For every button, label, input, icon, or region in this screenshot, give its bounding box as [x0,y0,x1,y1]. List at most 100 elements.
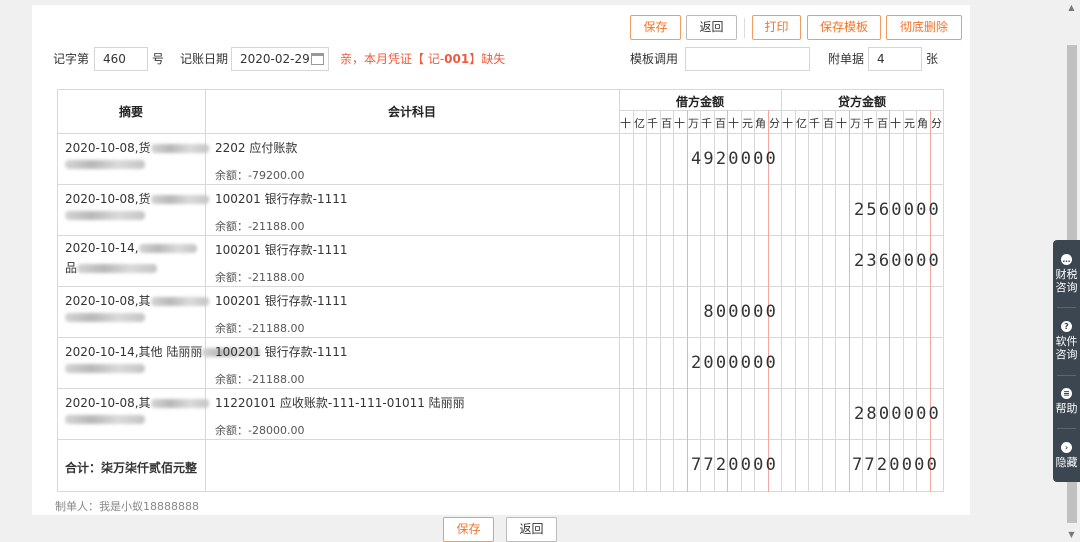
debit-digit-header: 百 [715,117,726,130]
voucher-table: 摘要 会计科目 借方金额 贷方金额 十亿千百十万千百十元角分十亿千百十万千百十元… [57,89,944,492]
template-input[interactable] [685,47,810,71]
row-summary-line2: 品 [65,259,158,276]
credit-digit-header: 千 [863,117,874,130]
redacted-text [138,244,197,253]
voucher-number-suffix: 号 [152,52,165,66]
grid-line [57,286,944,287]
redacted-text [65,211,145,220]
side-divider [1057,428,1076,429]
software-consult-button[interactable]: ? 软件 咨询 [1053,321,1080,361]
debit-digit-header: 千 [701,117,712,130]
row-summary-line2 [65,208,145,222]
debit-digit-header: 十 [674,117,685,130]
attachment-count-input[interactable]: 4 [868,47,922,71]
save-template-button[interactable]: 保存模板 [807,15,881,40]
row-balance: 余额：-21188.00 [215,373,305,386]
credit-digit-header: 万 [850,117,861,130]
debit-digit-header: 十 [728,117,739,130]
row-summary[interactable]: 2020-10-08,其 [65,292,209,309]
digit-column-line [822,110,823,492]
total-credit: 7720000 [852,455,940,475]
row-credit-amount[interactable]: 2560000 [854,200,941,220]
credit-digit-header: 千 [809,117,820,130]
digit-column-line [862,110,863,492]
credit-digit-header: 百 [823,117,834,130]
debit-digit-header: 亿 [634,117,645,130]
row-credit-amount[interactable]: 2800000 [854,404,941,424]
row-account[interactable]: 11220101 应收账款-111-111-01011 陆丽丽 [215,394,465,411]
grid-line [57,89,944,90]
grid-line [57,184,944,185]
row-balance: 余额：-21188.00 [215,271,305,284]
redacted-text [150,399,209,408]
scroll-down-icon[interactable]: ▼ [1063,527,1080,542]
save-button[interactable]: 保存 [630,15,681,40]
row-summary-line2 [65,412,145,426]
row-account[interactable]: 100201 银行存款-1111 [215,292,348,309]
debit-digit-header: 元 [742,117,753,130]
digit-column-line [876,110,877,492]
grid-line [943,89,944,492]
row-account[interactable]: 100201 银行存款-1111 [215,343,348,360]
chat-icon: … [1061,254,1072,265]
calendar-icon[interactable] [311,53,324,65]
row-summary[interactable]: 2020-10-08,货 [65,139,209,156]
row-debit-amount[interactable]: 800000 [703,302,778,322]
row-account[interactable]: 100201 银行存款-1111 [215,190,348,207]
credit-digit-header: 元 [904,117,915,130]
scroll-up-icon[interactable]: ▲ [1063,0,1080,15]
template-label: 模板调用 [630,52,679,66]
help-doc-icon: ≡ [1061,388,1072,399]
digit-column-line [795,110,796,492]
row-summary[interactable]: 2020-10-14, [65,241,197,255]
credit-digit-header: 亿 [796,117,807,130]
credit-digit-header: 角 [917,117,928,130]
side-help-menu: … 财税 咨询 ? 软件 咨询 ≡ 帮助 › 隐藏 [1053,240,1080,482]
voucher-number-input[interactable]: 460 [94,47,148,71]
row-balance: 余额：-79200.00 [215,169,305,182]
debit-digit-header: 百 [661,117,672,130]
footer-back-button[interactable]: 返回 [506,517,557,542]
row-debit-amount[interactable]: 2000000 [691,353,778,373]
grid-line [57,388,944,389]
help-button[interactable]: ≡ 帮助 [1053,388,1080,415]
row-account[interactable]: 2202 应付账款 [215,139,297,156]
debit-digit-header: 分 [769,117,780,130]
debit-digit-header: 万 [688,117,699,130]
question-icon: ? [1061,321,1072,332]
voucher-word-label: 记字第 [53,52,90,66]
print-button[interactable]: 打印 [752,15,801,40]
header-debit: 借方金额 [675,95,724,109]
redacted-text [150,144,209,153]
missing-voucher-warning: 亲，本月凭证【 记-001】缺失 [340,52,506,66]
date-label: 记账日期 [180,52,229,66]
row-credit-amount[interactable]: 2360000 [854,251,941,271]
row-balance: 余额：-21188.00 [215,322,305,335]
digit-column-line [808,110,809,492]
debit-digit-header: 角 [755,117,766,130]
credit-digit-header: 分 [931,117,942,130]
row-summary[interactable]: 2020-10-08,货 [65,190,209,207]
footer-save-button[interactable]: 保存 [443,517,494,542]
row-balance: 余额：-28000.00 [215,424,305,437]
row-account[interactable]: 100201 银行存款-1111 [215,241,348,258]
credit-digit-header: 百 [877,117,888,130]
redacted-text [65,313,145,322]
digit-column-line [930,110,931,492]
row-balance: 余额：-21188.00 [215,220,305,233]
digit-column-line [660,110,661,492]
date-input[interactable]: 2020-02-29 [231,47,329,71]
digit-column-line [673,110,674,492]
delete-all-button[interactable]: 彻底删除 [886,15,962,40]
row-summary[interactable]: 2020-10-08,其 [65,394,209,411]
row-debit-amount[interactable]: 4920000 [691,149,778,169]
header-account: 会计科目 [387,105,436,119]
row-summary-line2 [65,157,145,171]
digit-column-line [916,110,917,492]
tax-consult-button[interactable]: … 财税 咨询 [1053,254,1080,294]
redacted-text [65,364,145,373]
back-button[interactable]: 返回 [686,15,737,40]
grid-line [57,133,944,134]
hide-button[interactable]: › 隐藏 [1053,442,1080,469]
digit-column-line [835,110,836,492]
